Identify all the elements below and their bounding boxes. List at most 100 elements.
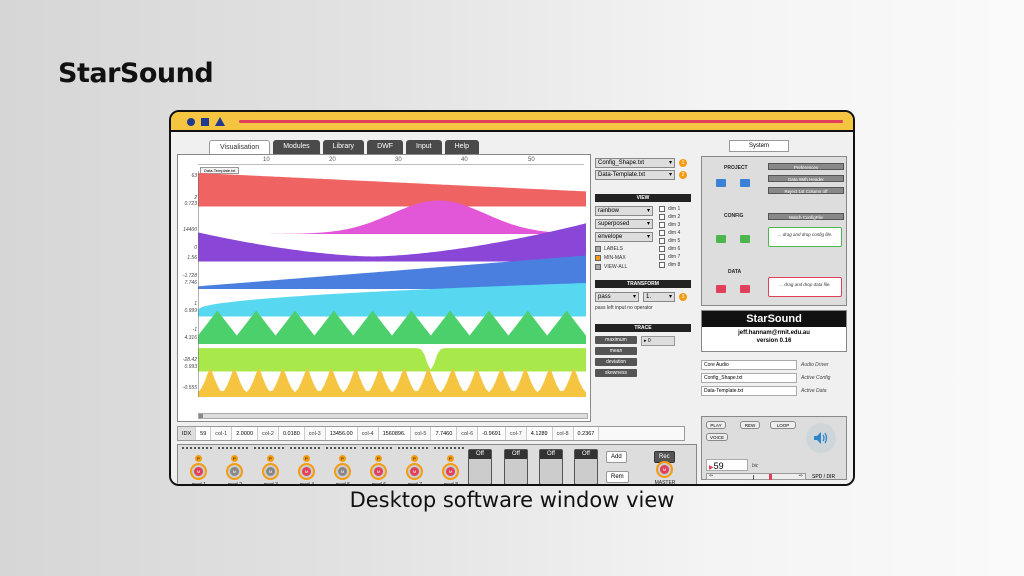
speed-label: SPD / DIR <box>812 474 836 480</box>
tab-dwf[interactable]: DWF <box>367 140 404 155</box>
dim-check[interactable]: dim 7 <box>659 254 680 260</box>
dim-check[interactable]: dim 3 <box>659 222 680 228</box>
dim-check[interactable]: dim 5 <box>659 238 680 244</box>
project-folder-icon[interactable] <box>716 179 726 187</box>
rem-button[interactable]: Rem <box>606 471 629 483</box>
master-knob[interactable]: M <box>656 461 673 478</box>
off-slot[interactable]: Off <box>468 449 492 484</box>
checkbox[interactable] <box>659 246 665 252</box>
module-knob[interactable]: M <box>334 463 351 480</box>
mute-indicator: M <box>194 467 203 476</box>
voice-button[interactable]: VOICE <box>706 433 728 441</box>
scroll-thumb[interactable] <box>199 414 203 418</box>
dim-check[interactable]: dim 6 <box>659 246 680 252</box>
watch-config-button[interactable]: Watch ConfigFile <box>768 213 844 220</box>
brand-logo: StarSound <box>58 58 214 89</box>
module-knob[interactable]: M <box>262 463 279 480</box>
shape-mode-dropdown[interactable]: envelope <box>595 232 653 242</box>
rew-button[interactable]: REW <box>740 421 760 429</box>
transform-dropdown[interactable]: pass <box>595 292 639 302</box>
pan-indicator[interactable]: P <box>447 455 454 462</box>
checkbox[interactable] <box>659 206 665 212</box>
about-box: StarSound jeff.hannam@rmit.edu.au versio… <box>701 310 847 352</box>
checkbox[interactable] <box>659 238 665 244</box>
dim-check[interactable]: dim 4 <box>659 230 680 236</box>
viewall-check[interactable]: VIEW-ALL <box>595 264 627 270</box>
minmax-check[interactable]: MIN-MAX <box>595 255 626 261</box>
tab-library[interactable]: Library <box>322 140 365 155</box>
trace-value[interactable]: ▸ 0 <box>641 336 675 346</box>
level-meter <box>254 447 284 450</box>
tab-modules[interactable]: Modules <box>273 140 320 155</box>
pan-indicator[interactable]: P <box>339 455 346 462</box>
checkbox[interactable] <box>595 255 601 261</box>
checkbox[interactable] <box>659 214 665 220</box>
pan-indicator[interactable]: P <box>303 455 310 462</box>
trace-deviation-button[interactable]: deviation <box>595 358 637 366</box>
config-folder-icon[interactable] <box>716 235 726 243</box>
reject-column-button[interactable]: Reject 1st Column off <box>768 187 844 194</box>
pan-indicator[interactable]: P <box>267 455 274 462</box>
checkbox[interactable] <box>595 264 601 270</box>
play-button[interactable]: PLAY <box>706 421 726 429</box>
transform-value[interactable]: 1. <box>643 292 675 302</box>
config-file-dropdown[interactable]: Config_Shape.txt <box>595 158 675 168</box>
level-meter <box>362 447 392 450</box>
preferences-button[interactable]: Preferences <box>768 163 844 170</box>
checkbox[interactable] <box>659 230 665 236</box>
data-folder-icon[interactable] <box>716 285 726 293</box>
project-save-icon[interactable] <box>740 179 750 187</box>
module-knob[interactable]: M <box>190 463 207 480</box>
y-label: 0.999 <box>184 308 197 314</box>
pan-indicator[interactable]: P <box>231 455 238 462</box>
off-label: Off <box>575 450 597 459</box>
dim-check[interactable]: dim 8 <box>659 262 680 268</box>
speed-slider[interactable]: ⇦ ⇨ <box>706 473 806 480</box>
horizontal-scrollbar[interactable] <box>198 413 588 419</box>
pan-indicator[interactable]: P <box>195 455 202 462</box>
tempo-field[interactable]: ▶59 <box>706 459 748 471</box>
pan-indicator[interactable]: P <box>411 455 418 462</box>
envelope-plot[interactable] <box>198 171 586 397</box>
module-knob[interactable]: M <box>298 463 315 480</box>
tab-help[interactable]: Help <box>444 140 479 155</box>
trace-maximum-button[interactable]: maximum <box>595 336 637 344</box>
pan-indicator[interactable]: P <box>375 455 382 462</box>
speaker-icon[interactable] <box>806 423 836 453</box>
data-save-icon[interactable] <box>740 285 750 293</box>
off-slot[interactable]: Off <box>539 449 563 484</box>
off-slot[interactable]: Off <box>504 449 528 484</box>
layout-mode-dropdown[interactable]: superposed <box>595 219 653 229</box>
module-knob[interactable]: M <box>406 463 423 480</box>
transform-badge: 3 <box>679 293 687 301</box>
speed-thumb[interactable] <box>769 474 772 480</box>
config-save-icon[interactable] <box>740 235 750 243</box>
tab-visualisation[interactable]: Visualisation <box>209 140 271 155</box>
audio-driver-value[interactable]: Core Audio <box>701 360 797 370</box>
checkbox[interactable] <box>659 262 665 268</box>
labels-check[interactable]: LABELS <box>595 246 623 252</box>
module-knob[interactable]: M <box>226 463 243 480</box>
data-file-dropdown[interactable]: Data-Template.txt <box>595 170 675 180</box>
checkbox[interactable] <box>659 222 665 228</box>
module-knob[interactable]: M <box>370 463 387 480</box>
color-mode-dropdown[interactable]: rainbow <box>595 206 653 216</box>
data-with-header-button[interactable]: Data With Header <box>768 175 844 182</box>
trace-mean-button[interactable]: mean <box>595 347 637 355</box>
module-knob[interactable]: M <box>442 463 459 480</box>
tab-input[interactable]: Input <box>406 140 442 155</box>
tab-system[interactable]: System <box>729 140 789 152</box>
checkbox[interactable] <box>595 246 601 252</box>
off-slot[interactable]: Off <box>574 449 598 484</box>
level-meter <box>398 447 428 450</box>
center-tick <box>753 475 754 480</box>
level-meter <box>434 447 464 450</box>
add-button[interactable]: Add <box>606 451 627 463</box>
trace-skewness-button[interactable]: skewness <box>595 369 637 377</box>
loop-button[interactable]: LOOP <box>770 421 796 429</box>
checkbox[interactable] <box>659 254 665 260</box>
dim-check[interactable]: dim 1 <box>659 206 680 212</box>
data-drop-zone[interactable]: ... drag and drop data file. <box>768 277 842 297</box>
dim-check[interactable]: dim 2 <box>659 214 680 220</box>
config-drop-zone[interactable]: ... drag and drop config file. <box>768 227 842 247</box>
